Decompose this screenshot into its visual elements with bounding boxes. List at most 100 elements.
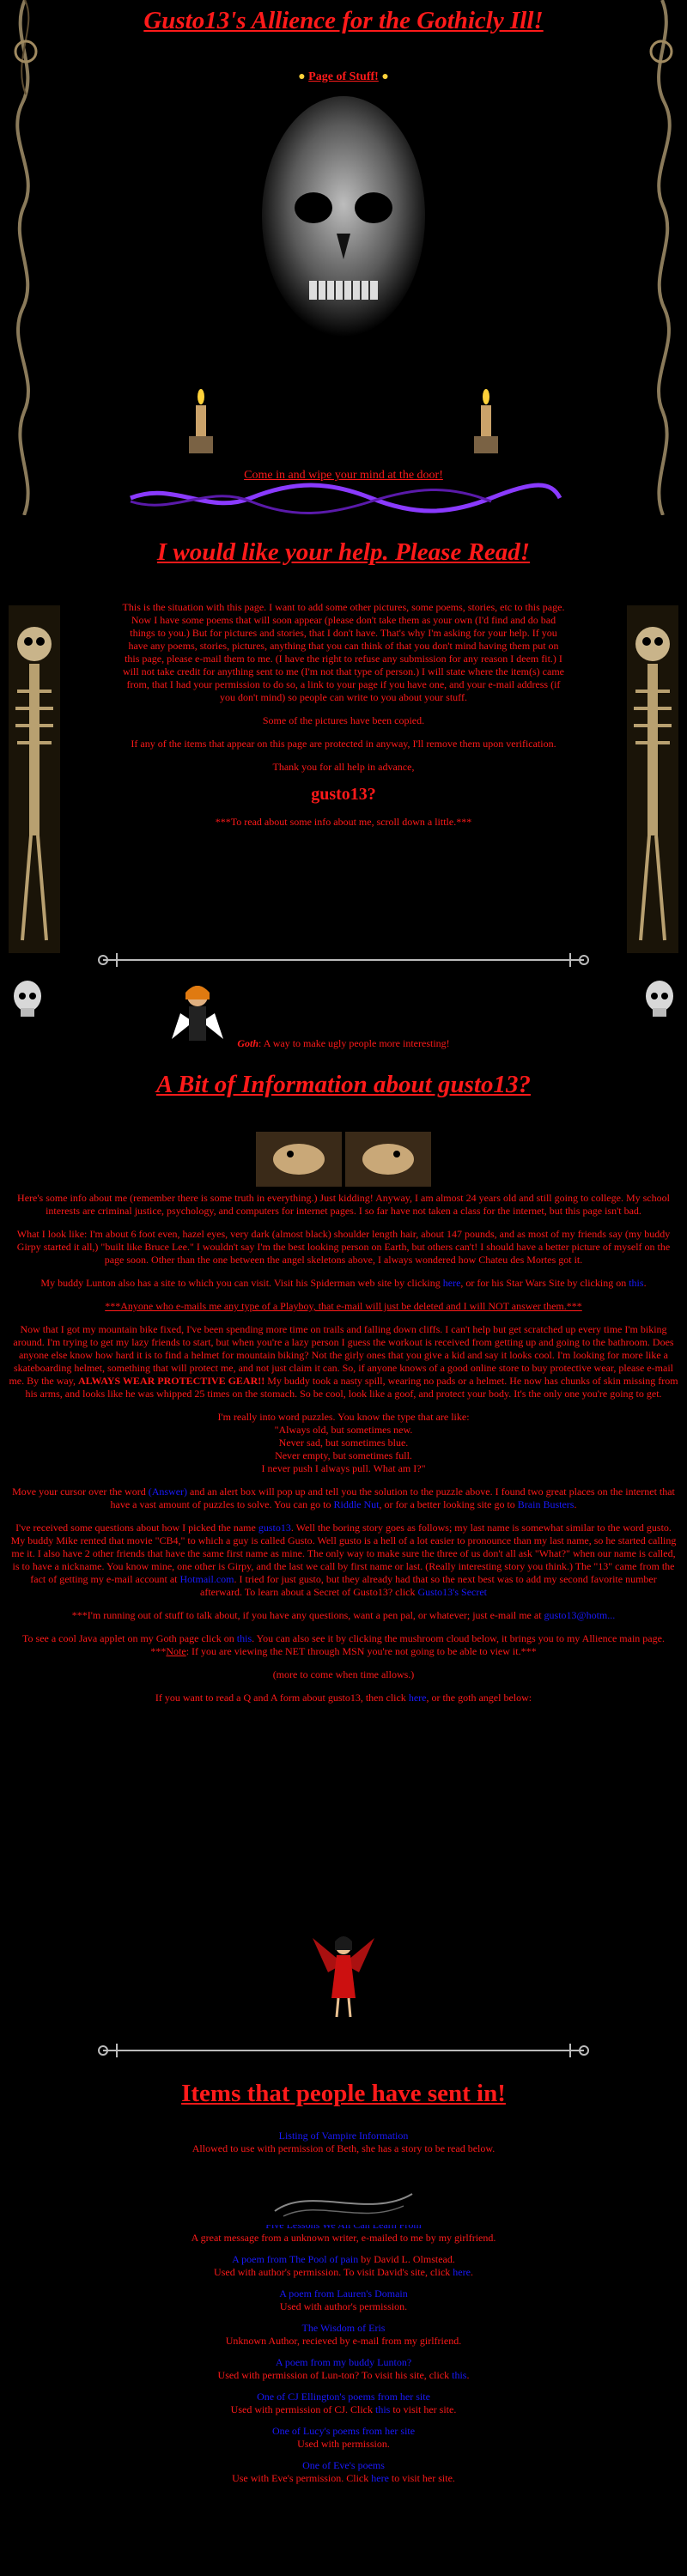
sent-items-title: Items that people have sent in! [181,2080,506,2107]
goth-label: Goth [237,1037,259,1049]
riddle-line: Never sad, but sometimes blue. [278,1437,409,1449]
riddle-intro: I'm really into word puzzles. You know t… [217,1411,470,1423]
right-candle-icon [474,389,498,453]
riddle-answer-hover-link[interactable]: (Answer) [149,1485,187,1498]
sent-item-description: Unknown Author, recieved by e-mail from … [225,2335,462,2347]
left-torch-icon: ● [298,70,306,83]
text-span: My buddy Lunton also has a site to which… [40,1277,443,1289]
sent-item-description: Allowed to use with permission of Beth, … [192,2142,495,2154]
sent-item-description: Use with Eve's permission. Click [232,2472,372,2484]
list-item: One of CJ Ellington's poems from her sit… [52,2391,635,2416]
text-span: , or for a better looking site go to [379,1498,518,1510]
info-paragraph: Here's some info about me (remember ther… [17,1192,670,1217]
text-span: , or for his Star Wars Site by clicking … [460,1277,629,1289]
sent-item-link[interactable]: One of Eve's poems [302,2459,385,2471]
list-item: A poem from Lauren's Domain Used with au… [52,2287,635,2313]
text-span: ***I'm running out of stuff to talk abou… [71,1609,544,1621]
right-torch-icon: ● [381,70,389,83]
riddle-line: I never push I always pull. What am I?" [261,1462,426,1474]
skeletal-creatures-image [256,1132,431,1187]
goth-definition: Goth: A way to make ugly people more int… [0,1037,687,1050]
brain-busters-link[interactable]: Brain Busters [518,1498,575,1510]
sent-item-description: Used with permission. [297,2438,390,2450]
star-wars-site-link[interactable]: this [629,1277,643,1289]
list-item: A poem from my buddy Lunton? Used with p… [52,2356,635,2382]
right-skeleton-image [627,605,678,953]
skull-face-image [262,96,425,337]
contact-paragraph: ***I'm running out of stuff to talk abou… [9,1609,678,1622]
sent-item-link[interactable]: Listing of Vampire Information [279,2129,409,2142]
text-span: to visit her site. [388,2472,455,2484]
right-small-skull-icon [646,981,673,1017]
text-span: . [574,1498,577,1510]
lunton-links-paragraph: My buddy Lunton also has a site to which… [9,1277,678,1290]
sent-item-site-link[interactable]: this [452,2369,466,2381]
text-span: Move your cursor over the word [12,1485,149,1498]
sent-item-link[interactable]: A poem from my buddy Lunton? [276,2356,411,2368]
list-item: One of Eve's poems Use with Eve's permis… [52,2459,635,2485]
help-paragraph: If any of the items that appear on this … [131,738,556,750]
more-to-come-note: (more to come when time allows.) [272,1668,415,1680]
text-span: . [466,2369,470,2381]
text-span: . [470,2266,473,2278]
sent-item-site-link[interactable]: this [375,2403,390,2415]
mountain-bike-paragraph: Now that I got my mountain bike fixed, I… [9,1323,678,1400]
email-link[interactable]: gusto13@hotm... [544,1609,616,1621]
riddle-nut-link[interactable]: Riddle Nut [333,1498,379,1510]
sent-item-site-link[interactable]: here [371,2472,389,2484]
left-candle-icon [189,389,213,453]
text-span: . [643,1277,647,1289]
spiderman-site-link[interactable]: here [443,1277,461,1289]
info-paragraph: What I look like: I'm about 6 foot even,… [16,1228,671,1266]
text-span: To see a cool Java applet on my Goth pag… [22,1632,237,1644]
list-item: One of Lucy's poems from her site Used w… [52,2425,635,2451]
others-poetry-logo [266,2177,421,2225]
info-section-title: A Bit of Information about gusto13? [156,1071,531,1098]
list-item: Listing of Vampire Information Allowed t… [52,2129,635,2155]
right-gothic-vine-decoration [649,0,673,515]
help-paragraph: This is the situation with this page. I … [122,601,565,703]
q-and-a-link[interactable]: here [409,1692,427,1704]
list-item: A poem from The Pool of pain by David L.… [52,2253,635,2279]
gusto13-secret-link[interactable]: Gusto13's Secret [418,1586,487,1598]
text-span: to visit her site. [390,2403,457,2415]
header-section: Gusto13's Allience for the Gothicly Ill!… [0,0,687,519]
riddle-answer-paragraph: Move your cursor over the word (Answer) … [9,1485,678,1511]
goth-angel-image[interactable] [311,1929,376,2019]
enter-door-link-text[interactable]: Come in and wipe your mind at the door! [244,469,443,482]
help-section-title: I would like your help. Please Read! [156,538,531,566]
name-story-paragraph: I've received some questions about how I… [9,1522,678,1599]
page-of-stuff-link-row[interactable]: ● Page of Stuff! ● [258,70,429,85]
help-paragraph: Thank you for all help in advance, [272,761,415,773]
sent-item-link[interactable]: A poem from The Pool of pain [232,2253,358,2265]
sent-item-author: by David L. Olmstead. [358,2253,455,2265]
left-gothic-vine-decoration [14,0,38,515]
goth-page-applet-link[interactable]: this [237,1632,252,1644]
sent-item-description: A great message from a unknown writer, e… [191,2232,496,2244]
help-paragraph: Some of the pictures have been copied. [262,714,425,726]
page-of-stuff-label[interactable]: Page of Stuff! [308,70,379,83]
info-section-body: Here's some info about me (remember ther… [9,1192,678,1715]
note-label: Note [166,1645,186,1657]
sent-item-link[interactable]: One of CJ Ellington's poems from her sit… [257,2391,430,2403]
riddle-block: "Always old, but sometimes new. Never sa… [9,1424,678,1475]
left-skeleton-image [9,605,60,953]
sent-item-link[interactable]: One of Lucy's poems from her site [272,2425,415,2437]
help-section-body: This is the situation with this page. I … [120,601,567,839]
text-span: , or the goth angel below: [426,1692,532,1704]
playboy-warning: ***Anyone who e-mails me any type of a P… [105,1300,582,1312]
riddle-line: "Always old, but sometimes new. [274,1424,413,1436]
sent-item-description: Used with author's permission. To visit … [214,2266,453,2278]
site-title: Gusto13's Allience for the Gothicly Ill! [143,7,544,34]
sent-item-link[interactable]: The Wisdom of Eris [302,2322,386,2334]
hotmail-link[interactable]: Hotmail.com [180,1573,234,1585]
text-span: I've received some questions about how I… [15,1522,258,1534]
sent-item-site-link[interactable]: here [453,2266,471,2278]
sent-item-description: Used with permission of CJ. Click [230,2403,375,2415]
sent-item-link[interactable]: A poem from Lauren's Domain [279,2287,407,2300]
protective-gear-emphasis: ALWAYS WEAR PROTECTIVE GEAR!! [77,1375,265,1387]
text-span: If you want to read a Q and A form about… [155,1692,409,1704]
help-scroll-note: ***To read about some info about me, scr… [215,816,472,828]
sent-item-description: Used with permission of Lun-ton? To visi… [217,2369,453,2381]
gusto13-link[interactable]: gusto13 [258,1522,291,1534]
